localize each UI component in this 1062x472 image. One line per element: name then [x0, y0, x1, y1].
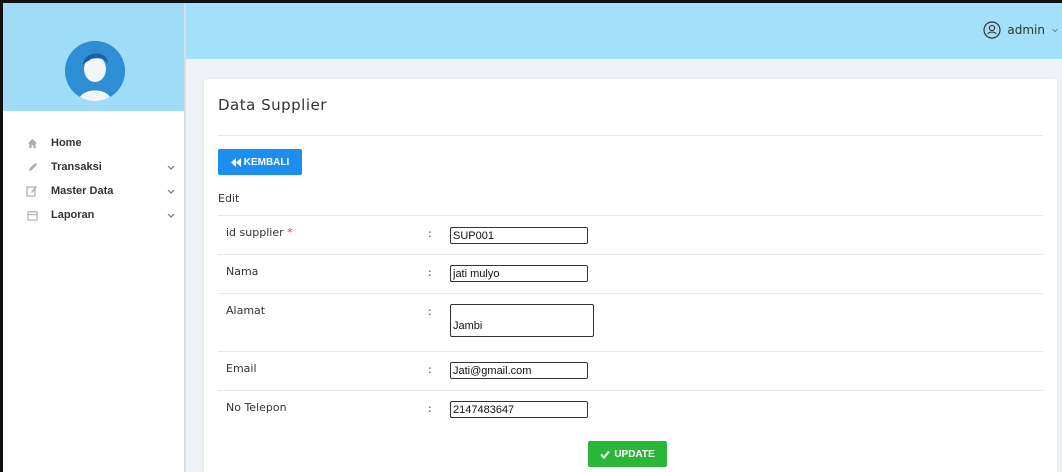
field-label: No Telepon — [226, 401, 287, 414]
pencil-icon — [25, 160, 39, 174]
required-marker: * — [287, 226, 293, 239]
back-button[interactable]: KEMBALI — [218, 149, 302, 175]
field-separator: : — [428, 227, 432, 240]
sidebar-item-laporan[interactable]: Laporan — [3, 203, 184, 227]
app-window: Home Transaksi Master Data Laporan admin… — [0, 0, 1062, 472]
alamat-textarea[interactable]: Jambi — [450, 304, 594, 337]
form-row-id-supplier: id supplier * : — [218, 215, 1043, 254]
chevron-down-icon — [167, 165, 175, 170]
update-button[interactable]: UPDATE — [588, 441, 667, 467]
top-bar: admin — [186, 3, 1062, 59]
no-telepon-input[interactable] — [450, 401, 588, 418]
sidebar: Home Transaksi Master Data Laporan — [3, 3, 186, 472]
sidebar-item-label: Master Data — [51, 185, 114, 197]
field-label: Email — [226, 362, 257, 375]
update-button-label: UPDATE — [614, 448, 655, 460]
field-separator: : — [428, 266, 432, 279]
chevron-down-icon — [167, 189, 175, 194]
field-separator: : — [428, 305, 432, 318]
sidebar-item-label: Home — [51, 137, 82, 149]
divider — [218, 135, 1043, 136]
sidebar-item-home[interactable]: Home — [3, 131, 184, 155]
user-name: admin — [1007, 23, 1045, 37]
nama-input[interactable] — [450, 265, 588, 282]
user-avatar-icon — [65, 41, 125, 101]
chevron-down-icon — [167, 213, 175, 218]
field-label: Alamat — [226, 304, 266, 317]
form-row-alamat: Alamat : Jambi — [218, 293, 1043, 351]
main-content: Data Supplier KEMBALI Edit id supplier *… — [186, 59, 1062, 472]
edit-icon — [25, 184, 39, 198]
edit-form: id supplier * : Nama : Alamat : Jambi — [218, 215, 1043, 429]
page-title: Data Supplier — [218, 96, 327, 114]
sidebar-item-label: Laporan — [51, 209, 95, 221]
field-separator: : — [428, 402, 432, 415]
sidebar-header — [3, 3, 184, 111]
field-label: id supplier * — [226, 226, 293, 239]
field-separator: : — [428, 363, 432, 376]
chevron-down-icon — [1052, 28, 1058, 33]
check-icon — [600, 450, 611, 459]
user-menu[interactable]: admin — [983, 21, 1059, 39]
supplier-card: Data Supplier KEMBALI Edit id supplier *… — [204, 79, 1057, 472]
back-button-label: KEMBALI — [243, 156, 290, 168]
form-row-nama: Nama : — [218, 254, 1043, 293]
sidebar-item-transaksi[interactable]: Transaksi — [3, 155, 184, 179]
double-chevron-left-icon — [230, 157, 241, 167]
home-icon — [25, 136, 39, 150]
field-label: Nama — [226, 265, 259, 278]
user-circle-icon — [983, 21, 1001, 39]
sidebar-item-label: Transaksi — [51, 161, 102, 173]
calendar-icon — [25, 208, 39, 222]
email-input[interactable] — [450, 362, 588, 379]
sidebar-nav: Home Transaksi Master Data Laporan — [3, 111, 184, 227]
sidebar-item-master-data[interactable]: Master Data — [3, 179, 184, 203]
form-row-no-telepon: No Telepon : — [218, 390, 1043, 429]
form-row-email: Email : — [218, 351, 1043, 390]
section-label: Edit — [218, 192, 240, 205]
id-supplier-input[interactable] — [450, 227, 588, 244]
